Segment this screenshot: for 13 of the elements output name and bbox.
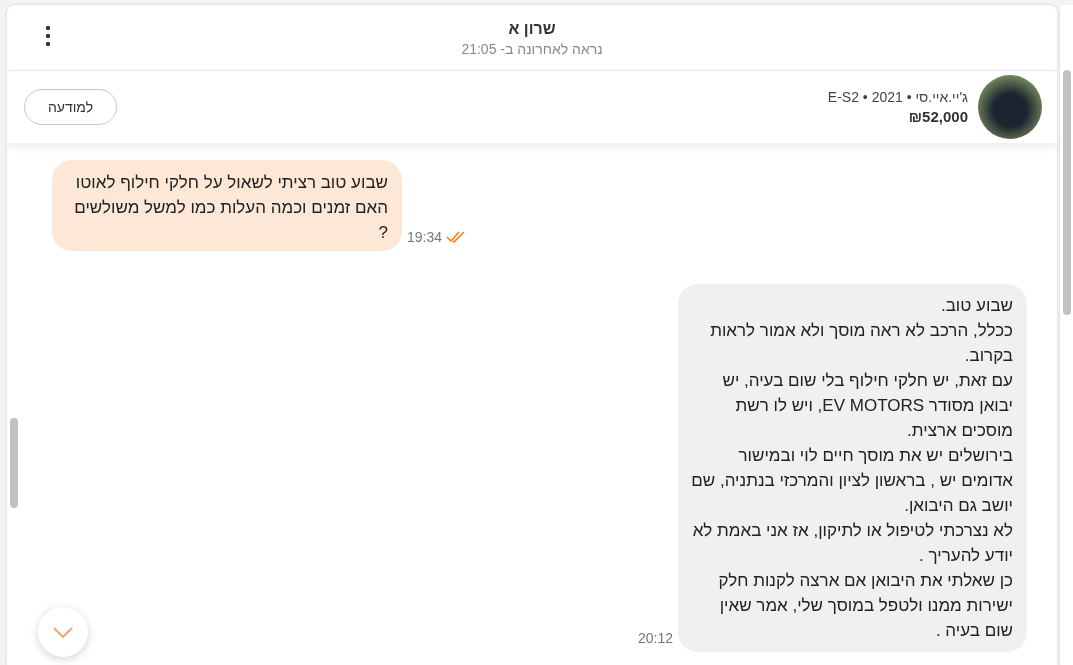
scrollbar[interactable]: [1059, 5, 1073, 665]
scroll-down-button[interactable]: [38, 607, 88, 657]
message-time: 20:12: [637, 630, 673, 646]
view-listing-button[interactable]: למודעה: [24, 89, 117, 125]
scrollbar-thumb[interactable]: [10, 418, 18, 508]
listing-title: ג'יי.איי.סי • 2021 • E-S2: [827, 89, 968, 105]
message-bubble: שבוע טוב. ככלל, הרכב לא ראה מוסך ולא אמור לראות בקרוב. עם זאת, יש חלקי חילוף בלי שום בעיה, יש יבואן מסודר EV MOTORS, ויש לו רשת מוסכים ארצית. בירושלים יש את מוסך חיים לוי ובמישור אדומים יש , בראשון לציון והמרכזי בנתניה, שם יושב גם היבואן. לא נצרכתי לטיפול או לתיקון, אז אני באמת לא יודע להעריך . כן שאלתי את היבואן אם ארצה לקנות חלק ישירות ממנו ולטפל במוסך שלי, אמר שאין שום בעיה .: [678, 284, 1027, 652]
message-time: 19:34: [407, 229, 443, 245]
last-seen: נראה לאחרונה ב- 21:05: [461, 41, 603, 57]
message-bubble: שבוע טוב רציתי לשאול על חלקי חילוף לאוטו האם זמנים וכמה העלות כמו למשל משולשים ?: [52, 160, 402, 251]
chevron-down-icon: [53, 626, 73, 638]
listing-price: ₪52,000: [908, 108, 968, 125]
contact-name: שרון א: [508, 20, 556, 38]
